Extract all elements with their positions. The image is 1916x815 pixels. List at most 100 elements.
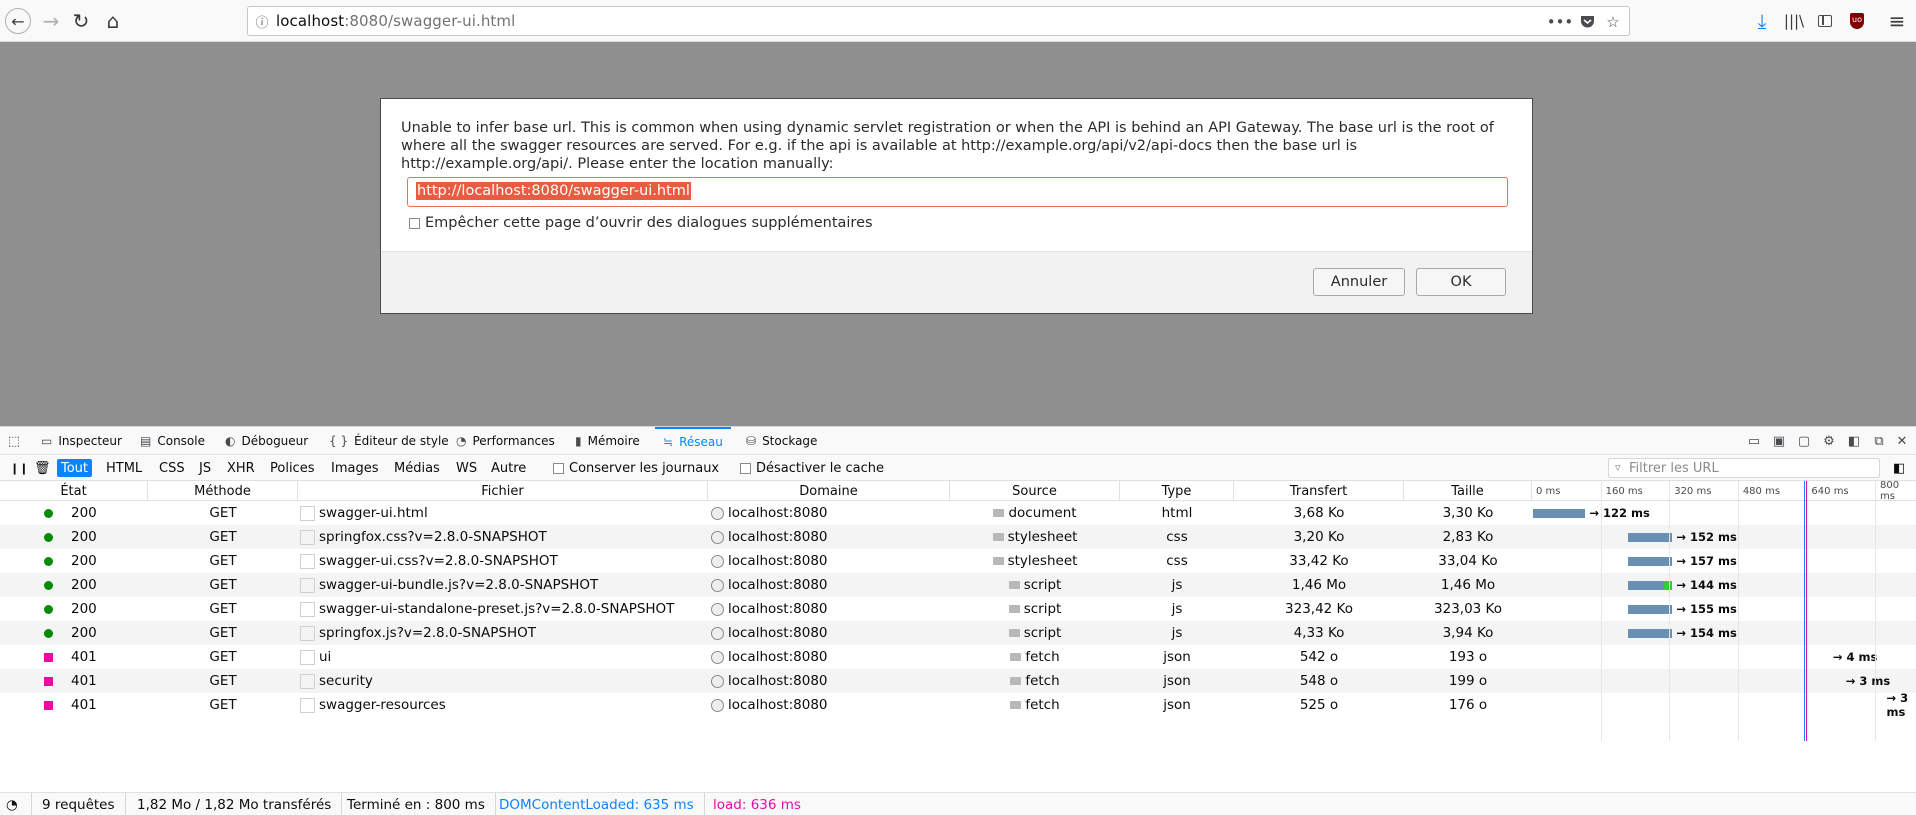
status-dom-loaded: DOMContentLoaded: 635 ms bbox=[489, 793, 705, 815]
transferred-cell: 542 o bbox=[1299, 649, 1339, 665]
tab-memory[interactable]: ▮ Mémoire bbox=[575, 427, 640, 455]
status-error-icon bbox=[44, 676, 53, 686]
url-filter-input[interactable]: ▿ Filtrer les URL bbox=[1608, 458, 1880, 478]
cause-icon bbox=[1010, 653, 1022, 661]
checkbox-box[interactable] bbox=[740, 462, 751, 474]
table-row[interactable]: 200 GET springfox.js?v=2.8.0-SNAPSHOT local… bbox=[0, 621, 1916, 645]
filter-all[interactable]: Tout bbox=[57, 459, 93, 477]
file-cell: ui bbox=[300, 645, 331, 669]
js-file-icon bbox=[992, 557, 1004, 565]
filter-media[interactable]: Médias bbox=[390, 459, 444, 477]
status-code: 401 bbox=[71, 673, 97, 689]
type-cell: json bbox=[1163, 697, 1191, 713]
close-devtools-icon[interactable]: ✕ bbox=[1893, 432, 1911, 450]
table-row[interactable]: 200 GET swagger-ui-bundle.js?v=2.8.0-SNAPS… bbox=[0, 573, 1916, 597]
filter-css[interactable]: CSS bbox=[155, 459, 189, 477]
col-type[interactable]: Type bbox=[1120, 481, 1234, 501]
col-size[interactable]: Taille bbox=[1404, 481, 1532, 501]
pocket-icon[interactable] bbox=[1575, 11, 1599, 33]
col-status[interactable]: État bbox=[0, 481, 148, 501]
table-row[interactable]: 200 GET swagger-ui.html localhost:8080 docum… bbox=[0, 501, 1916, 525]
ok-button[interactable]: OK bbox=[1416, 268, 1506, 296]
page-actions-icon[interactable]: ••• bbox=[1547, 11, 1574, 33]
clear-trash-icon[interactable]: 🗑 bbox=[30, 459, 55, 477]
tab-debugger[interactable]: ◐ Débogueur bbox=[225, 427, 308, 455]
downloads-button[interactable]: ⤓ bbox=[1747, 6, 1777, 36]
settings-gear-icon[interactable]: ⚙ bbox=[1820, 432, 1838, 450]
waterfall-gridline bbox=[1600, 481, 1602, 741]
responsive-mode-icon[interactable]: ▭ bbox=[1745, 432, 1763, 450]
transferred-cell: 548 o bbox=[1299, 673, 1339, 689]
back-button[interactable]: ← bbox=[3, 6, 33, 36]
method-cell: GET bbox=[209, 649, 237, 665]
separate-window-icon[interactable]: ⧉ bbox=[1870, 432, 1888, 450]
table-row[interactable]: 200 GET swagger-ui.css?v=2.8.0-SNAPSHOT loc… bbox=[0, 549, 1916, 573]
domain-name: localhost:8080 bbox=[728, 649, 828, 665]
domain-name: localhost:8080 bbox=[728, 625, 828, 641]
cause-label: script bbox=[1023, 625, 1062, 641]
table-row[interactable]: 401 GET security localhost:8080 fetch json 548… bbox=[0, 669, 1916, 693]
pause-icon[interactable]: ❙❙ bbox=[6, 459, 32, 477]
url-text[interactable]: localhost:8080/swagger-ui.html bbox=[276, 12, 515, 30]
filter-ws[interactable]: WS bbox=[452, 459, 481, 477]
js-file-icon bbox=[1008, 605, 1020, 613]
reload-button[interactable]: ↻ bbox=[66, 6, 96, 36]
library-button[interactable]: |||\ bbox=[1779, 6, 1809, 36]
col-transferred[interactable]: Transfert bbox=[1234, 481, 1404, 501]
tab-performance[interactable]: ◔ Performances bbox=[456, 427, 555, 455]
forward-button[interactable]: → bbox=[36, 6, 66, 36]
file-cell: swagger-ui-standalone-preset.js?v=2.8.0-… bbox=[300, 597, 674, 621]
col-method[interactable]: Méthode bbox=[148, 481, 298, 501]
screenshot-icon[interactable]: ▣ bbox=[1770, 432, 1788, 450]
tab-network[interactable]: ≒ Réseau bbox=[655, 427, 731, 455]
checkbox-box[interactable] bbox=[409, 217, 420, 229]
disable-cache-checkbox[interactable]: Désactiver le cache bbox=[740, 459, 884, 477]
table-row[interactable]: 200 GET springfox.css?v=2.8.0-SNAPSHOT loca… bbox=[0, 525, 1916, 549]
filter-images[interactable]: Images bbox=[327, 459, 383, 477]
tab-style-editor[interactable]: { } Éditeur de style bbox=[329, 427, 449, 455]
network-table-header: État Méthode Fichier Domaine Source Type… bbox=[0, 480, 1916, 502]
table-row[interactable]: 401 GET ui localhost:8080 fetch json 542 o 193 … bbox=[0, 645, 1916, 669]
ublock-button[interactable]: uo bbox=[1842, 6, 1872, 36]
file-name: swagger-ui.html bbox=[319, 505, 428, 521]
toggle-details-icon[interactable]: ◧ bbox=[1889, 459, 1909, 477]
dock-side-icon[interactable]: ◧ bbox=[1845, 432, 1863, 450]
cancel-button[interactable]: Annuler bbox=[1313, 268, 1405, 296]
filter-js[interactable]: JS bbox=[195, 459, 215, 477]
tab-inspector[interactable]: ▭ Inspecteur bbox=[41, 427, 122, 455]
pick-element-icon[interactable]: ⬚ bbox=[5, 432, 23, 450]
performance-analysis-icon[interactable]: ◔ bbox=[0, 793, 32, 815]
file-cell: swagger-resources bbox=[300, 693, 446, 717]
load-marker bbox=[1805, 481, 1807, 741]
frame-picker-icon[interactable]: ▢ bbox=[1795, 432, 1813, 450]
bookmark-star-icon[interactable]: ☆ bbox=[1601, 11, 1625, 33]
filter-xhr[interactable]: XHR bbox=[223, 459, 259, 477]
table-row[interactable]: 401 GET swagger-resources localhost:8080 fet… bbox=[0, 691, 1916, 719]
globe-icon bbox=[711, 650, 724, 664]
hamburger-icon: ≡ bbox=[1888, 9, 1906, 33]
col-file[interactable]: Fichier bbox=[298, 481, 708, 501]
home-button[interactable]: ⌂ bbox=[98, 6, 128, 36]
info-icon[interactable]: ⓘ bbox=[248, 12, 276, 31]
performance-icon: ◔ bbox=[456, 434, 467, 448]
base-url-input[interactable]: http://localhost:8080/swagger-ui.html bbox=[407, 177, 1508, 207]
filter-fonts[interactable]: Polices bbox=[266, 459, 318, 477]
timing-label: → 152 ms bbox=[1676, 530, 1737, 544]
tab-storage[interactable]: ⛁ Stockage bbox=[746, 427, 817, 455]
url-bar[interactable]: ⓘ localhost:8080/swagger-ui.html ••• ☆ bbox=[247, 6, 1630, 36]
domain-name: localhost:8080 bbox=[728, 529, 828, 545]
sidebar-button[interactable] bbox=[1810, 6, 1840, 36]
col-domain[interactable]: Domaine bbox=[708, 481, 950, 501]
persist-logs-checkbox[interactable]: Conserver les journaux bbox=[553, 459, 719, 477]
col-cause[interactable]: Source bbox=[950, 481, 1120, 501]
checkbox-box[interactable] bbox=[553, 462, 564, 474]
filter-html[interactable]: HTML bbox=[102, 459, 146, 477]
tab-console[interactable]: ▤ Console bbox=[140, 427, 205, 455]
domain-cell: localhost:8080 bbox=[711, 549, 828, 573]
filter-other[interactable]: Autre bbox=[487, 459, 530, 477]
suppress-dialogs-checkbox[interactable]: Empêcher cette page d’ouvrir des dialogu… bbox=[409, 215, 873, 231]
menu-button[interactable]: ≡ bbox=[1882, 6, 1912, 36]
table-row[interactable]: 200 GET swagger-ui-standalone-preset.js?v=… bbox=[0, 597, 1916, 621]
waterfall-gridline bbox=[1737, 481, 1739, 741]
tab-label: Console bbox=[157, 434, 205, 448]
